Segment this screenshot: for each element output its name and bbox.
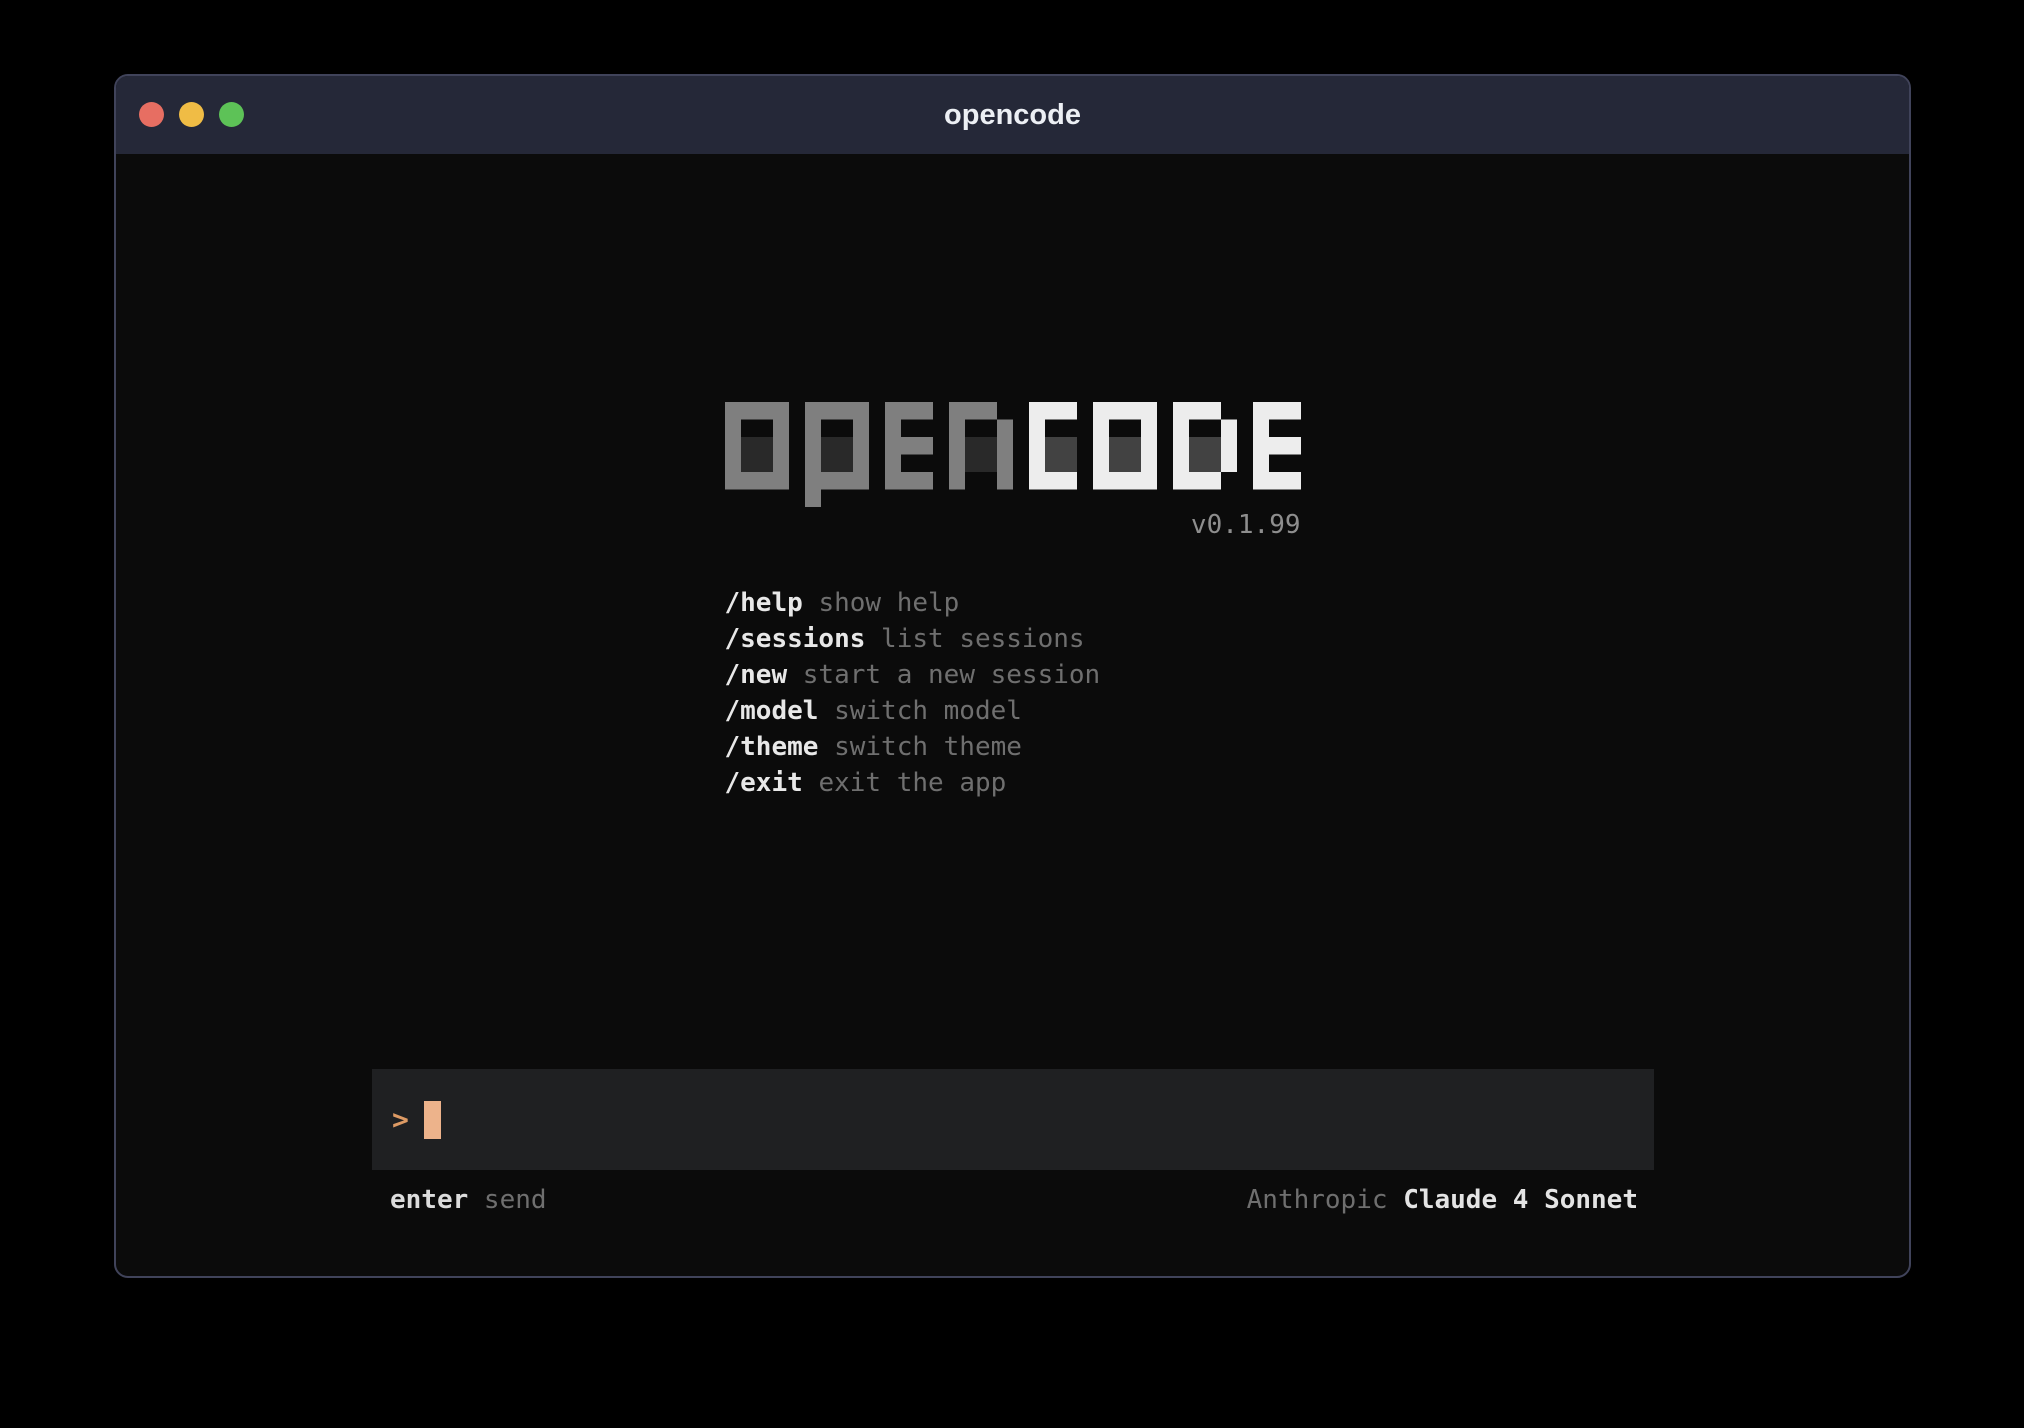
zoom-button[interactable]: [219, 102, 244, 127]
command-name: /model: [725, 696, 819, 726]
command-row: /new start a new session: [725, 657, 1301, 693]
prompt-icon: >: [392, 1103, 409, 1136]
status-bar: enter send Anthropic Claude 4 Sonnet: [372, 1182, 1654, 1218]
message-input[interactable]: >: [372, 1069, 1654, 1170]
command-row: /theme switch theme: [725, 729, 1301, 765]
splash-block: v0.1.99 /help show help /sessions list s…: [725, 402, 1301, 801]
version-label: v0.1.99: [725, 509, 1301, 541]
command-description: list sessions: [865, 624, 1084, 654]
traffic-lights: [139, 102, 244, 127]
command-description: show help: [803, 588, 960, 618]
command-help-list: /help show help /sessions list sessions …: [725, 585, 1301, 801]
opencode-window: opencode: [114, 74, 1911, 1278]
keybind-hint: enter send: [390, 1185, 547, 1215]
command-name: /help: [725, 588, 803, 618]
close-button[interactable]: [139, 102, 164, 127]
command-description: start a new session: [787, 660, 1100, 690]
command-description: switch theme: [818, 732, 1022, 762]
model-indicator: Anthropic Claude 4 Sonnet: [1247, 1185, 1638, 1215]
keybind-action: send: [468, 1185, 546, 1215]
command-description: exit the app: [803, 768, 1007, 798]
command-row: /model switch model: [725, 693, 1301, 729]
window-titlebar: opencode: [116, 76, 1909, 154]
model-provider: Anthropic: [1247, 1185, 1404, 1215]
text-cursor: [424, 1101, 441, 1139]
keybind-key: enter: [390, 1185, 468, 1215]
command-name: /theme: [725, 732, 819, 762]
command-name: /new: [725, 660, 788, 690]
command-row: /help show help: [725, 585, 1301, 621]
command-description: switch model: [818, 696, 1022, 726]
command-name: /exit: [725, 768, 803, 798]
minimize-button[interactable]: [179, 102, 204, 127]
command-row: /exit exit the app: [725, 765, 1301, 801]
command-name: /sessions: [725, 624, 866, 654]
opencode-logo: [725, 402, 1301, 507]
window-title: opencode: [944, 99, 1081, 132]
command-row: /sessions list sessions: [725, 621, 1301, 657]
model-name: Claude 4 Sonnet: [1403, 1185, 1638, 1215]
